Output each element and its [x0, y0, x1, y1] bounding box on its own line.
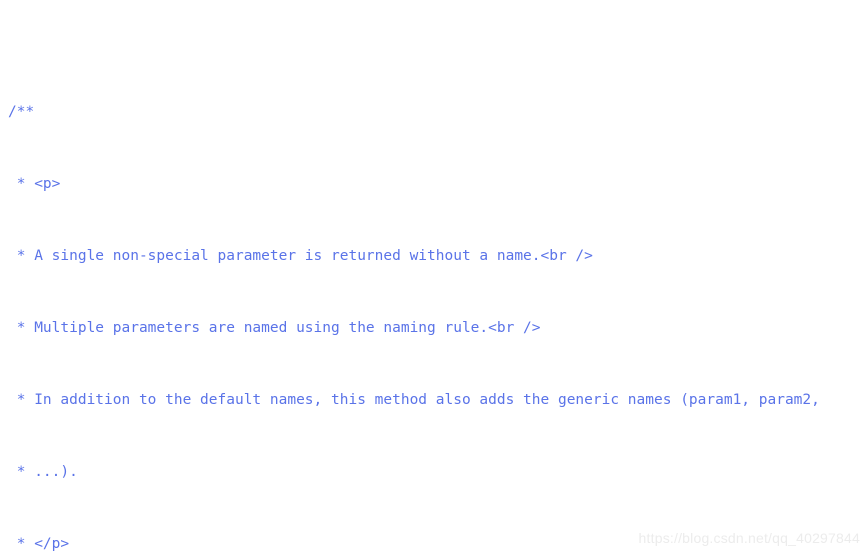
code-token-comment: * </p>	[8, 536, 70, 552]
code-line[interactable]: * </p>	[8, 532, 868, 556]
code-token-comment: * Multiple parameters are named using th…	[8, 320, 541, 336]
code-token-comment: /**	[8, 104, 35, 120]
code-line[interactable]: /**	[8, 100, 868, 124]
code-token-comment: * ...).	[8, 464, 78, 480]
code-token-comment: * A single non-special parameter is retu…	[8, 248, 593, 264]
code-token-comment: * <p>	[8, 176, 61, 192]
code-line[interactable]: * ...).	[8, 460, 868, 484]
code-line[interactable]: * In addition to the default names, this…	[8, 388, 868, 412]
code-content[interactable]: /** * <p> * A single non-special paramet…	[0, 0, 868, 557]
code-line[interactable]: * A single non-special parameter is retu…	[8, 244, 868, 268]
code-token-comment: * In addition to the default names, this…	[8, 392, 820, 408]
code-line[interactable]: * Multiple parameters are named using th…	[8, 316, 868, 340]
code-line[interactable]: * <p>	[8, 172, 868, 196]
code-editor[interactable]: /** * <p> * A single non-special paramet…	[0, 0, 868, 557]
